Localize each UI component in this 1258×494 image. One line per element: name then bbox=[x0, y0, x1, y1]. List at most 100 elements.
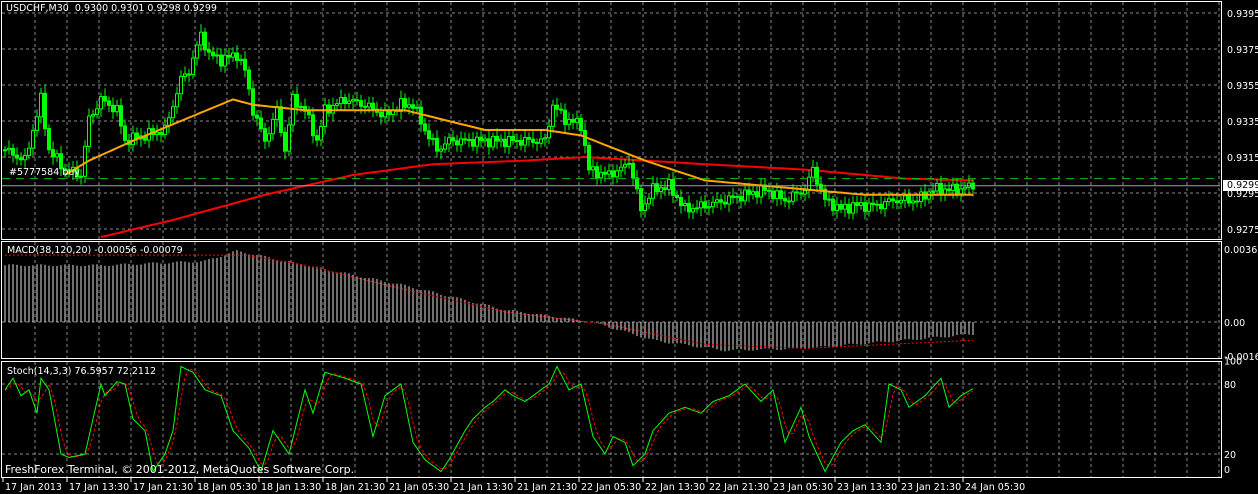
candle-body bbox=[427, 130, 431, 140]
candle-body bbox=[639, 188, 643, 212]
candle-body bbox=[591, 166, 595, 171]
candle-body bbox=[43, 92, 47, 130]
candle-body bbox=[103, 96, 107, 102]
candle-body bbox=[611, 170, 615, 178]
macd-signal-line bbox=[5, 254, 974, 349]
candle-body bbox=[211, 51, 215, 57]
candle-body bbox=[315, 135, 319, 141]
candle-body bbox=[327, 104, 331, 114]
candle-body bbox=[719, 199, 723, 203]
candle-body bbox=[547, 125, 551, 139]
candle-body bbox=[587, 144, 591, 171]
candle-body bbox=[167, 117, 171, 126]
candle-body bbox=[347, 100, 351, 104]
candle-body bbox=[791, 191, 795, 202]
candle-body bbox=[831, 198, 835, 211]
candle-body bbox=[51, 149, 55, 158]
candle-body bbox=[171, 106, 175, 119]
candle-body bbox=[655, 183, 659, 192]
candle-body bbox=[243, 58, 247, 71]
time-label: 22 Jan 21:30 bbox=[709, 482, 769, 493]
candle-body bbox=[603, 171, 607, 175]
candle-body bbox=[895, 200, 899, 204]
candle-body bbox=[879, 203, 883, 210]
candle-body bbox=[535, 141, 539, 144]
candle-body bbox=[219, 54, 223, 67]
time-label: 21 Jan 13:30 bbox=[453, 482, 513, 493]
candle-body bbox=[519, 139, 523, 146]
macd-signal bbox=[5, 254, 974, 349]
candle-body bbox=[759, 184, 763, 198]
candle-body bbox=[839, 204, 843, 210]
candle-body bbox=[787, 200, 791, 203]
candle-body bbox=[803, 190, 807, 195]
time-label: 23 Jan 13:30 bbox=[837, 482, 897, 493]
stoch-tick-label: 100 bbox=[1224, 357, 1242, 368]
candle-body bbox=[267, 133, 271, 142]
time-label: 23 Jan 05:30 bbox=[773, 482, 833, 493]
stoch-tick-label: 0 bbox=[1224, 465, 1230, 476]
candle-body bbox=[875, 203, 879, 206]
candle-body bbox=[495, 135, 499, 142]
candle-body bbox=[175, 93, 179, 108]
candle-body bbox=[615, 170, 619, 178]
candle-body bbox=[379, 111, 383, 118]
candle-body bbox=[159, 132, 163, 136]
candle-body bbox=[95, 108, 99, 116]
time-label: 17 Jan 2013 bbox=[5, 482, 62, 493]
time-label: 18 Jan 21:30 bbox=[325, 482, 385, 493]
chart-canvas[interactable]: 0.93950.93750.93550.93350.93150.92950.92… bbox=[0, 0, 1258, 494]
candle-body bbox=[507, 136, 511, 147]
candle-body bbox=[699, 201, 703, 209]
symbol-label: USDCHF,M30 bbox=[6, 3, 69, 14]
candle-body bbox=[203, 31, 207, 51]
candle-body bbox=[843, 203, 847, 210]
candle-body bbox=[423, 123, 427, 132]
candle-body bbox=[107, 100, 111, 106]
candle-body bbox=[307, 110, 311, 116]
candle-body bbox=[235, 52, 239, 61]
price-tick-label: 0.9355 bbox=[1227, 81, 1258, 92]
candle-body bbox=[695, 207, 699, 210]
candle-body bbox=[255, 114, 259, 119]
candle-body bbox=[15, 154, 19, 159]
candle-body bbox=[687, 202, 691, 213]
candle-body bbox=[751, 191, 755, 195]
candle-body bbox=[947, 188, 951, 191]
candle-body bbox=[335, 103, 339, 106]
candle-body bbox=[19, 157, 23, 161]
candle-body bbox=[963, 186, 967, 190]
candle-body bbox=[739, 196, 743, 202]
candle-body bbox=[323, 104, 327, 127]
candle-body bbox=[35, 116, 39, 131]
candle-body bbox=[847, 203, 851, 214]
candle-body bbox=[599, 171, 603, 179]
candle-body bbox=[575, 118, 579, 123]
candle-body bbox=[899, 199, 903, 204]
time-label: 22 Jan 05:30 bbox=[581, 482, 641, 493]
candle-body bbox=[723, 201, 727, 205]
candle-body bbox=[523, 137, 527, 146]
candle-body bbox=[819, 183, 823, 190]
candle-body bbox=[283, 131, 287, 152]
candle-body bbox=[11, 147, 15, 156]
candle-body bbox=[355, 99, 359, 102]
candle-body bbox=[935, 183, 939, 192]
candle-body bbox=[215, 54, 219, 57]
time-label: 17 Jan 13:30 bbox=[69, 482, 129, 493]
candles bbox=[3, 24, 975, 220]
candle-body bbox=[595, 166, 599, 179]
candle-body bbox=[499, 138, 503, 142]
candle-body bbox=[767, 189, 771, 192]
time-label: 24 Jan 05:30 bbox=[965, 482, 1025, 493]
candle-body bbox=[811, 166, 815, 178]
macd-tick-label: 0.0036 bbox=[1224, 245, 1257, 256]
candle-body bbox=[371, 102, 375, 110]
candle-body bbox=[775, 190, 779, 199]
fast-ma bbox=[64, 98, 973, 196]
candle-body bbox=[343, 97, 347, 104]
candle-body bbox=[647, 197, 651, 205]
candle-body bbox=[627, 162, 631, 165]
candle-body bbox=[863, 202, 867, 212]
candle-body bbox=[851, 202, 855, 214]
